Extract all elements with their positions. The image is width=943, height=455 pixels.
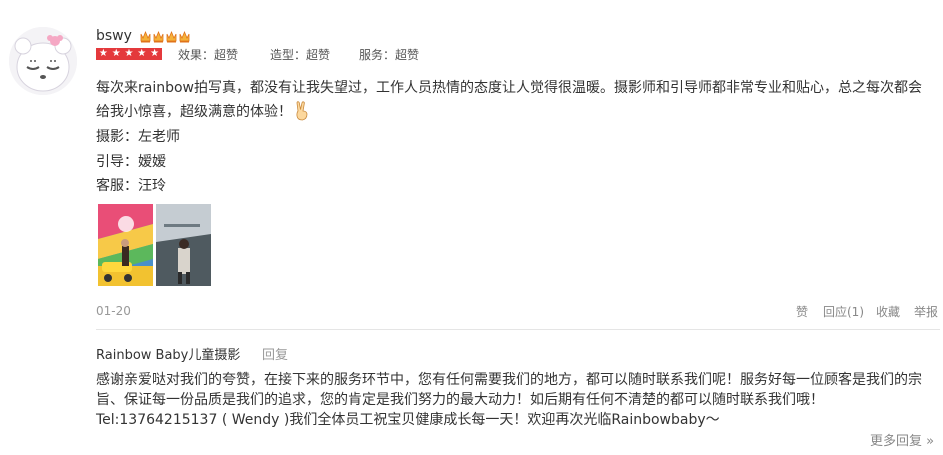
- review-photo-1[interactable]: [98, 204, 153, 286]
- crown-icon: [153, 30, 164, 43]
- star-icon: ★: [124, 48, 134, 59]
- crown-icon: [179, 30, 190, 43]
- service-info: 客服：汪玲: [96, 178, 166, 194]
- rating-service: 服务：超赞: [359, 48, 420, 62]
- review-date: 01-20: [96, 304, 131, 318]
- rating-styling: 造型：超赞: [270, 48, 331, 62]
- reply-author[interactable]: Rainbow Baby儿童摄影: [96, 344, 240, 363]
- report-button[interactable]: 举报: [914, 303, 938, 320]
- star-icon: ★: [98, 48, 108, 59]
- star-rating: ★ ★ ★ ★ ★: [96, 48, 162, 60]
- username[interactable]: bswy: [96, 28, 132, 44]
- crown-icon: [166, 30, 177, 43]
- review-text: 每次来rainbow拍写真，都没有让我失望过，工作人员热情的态度让人觉得很温暖。…: [96, 76, 926, 124]
- user-avatar[interactable]: [9, 27, 77, 95]
- victory-hand-icon: [296, 101, 308, 121]
- like-button[interactable]: 赞: [796, 303, 808, 320]
- more-replies-link[interactable]: 更多回复 »: [870, 430, 934, 449]
- divider: [96, 329, 940, 330]
- review-body: 每次来rainbow拍写真，都没有让我失望过，工作人员热情的态度让人觉得很温暖。…: [96, 80, 922, 120]
- reply-text: 感谢亲爱哒对我们的夸赞，在接下来的服务环节中，您有任何需要我们的地方，都可以随时…: [96, 372, 922, 428]
- reply-tag: 回复: [262, 348, 289, 363]
- member-level-badge: [140, 30, 190, 43]
- reply-count-button[interactable]: 回应(1): [823, 303, 864, 320]
- star-icon: ★: [111, 48, 121, 59]
- photographer-info: 摄影：左老师: [96, 129, 180, 145]
- star-icon: ★: [150, 48, 160, 59]
- star-icon: ★: [137, 48, 147, 59]
- crown-icon: [140, 30, 151, 43]
- favorite-button[interactable]: 收藏: [876, 303, 900, 320]
- review-photo-2[interactable]: [156, 204, 211, 286]
- rating-effect: 效果：超赞: [178, 48, 239, 62]
- guide-info: 引导：嫒嫒: [96, 154, 166, 170]
